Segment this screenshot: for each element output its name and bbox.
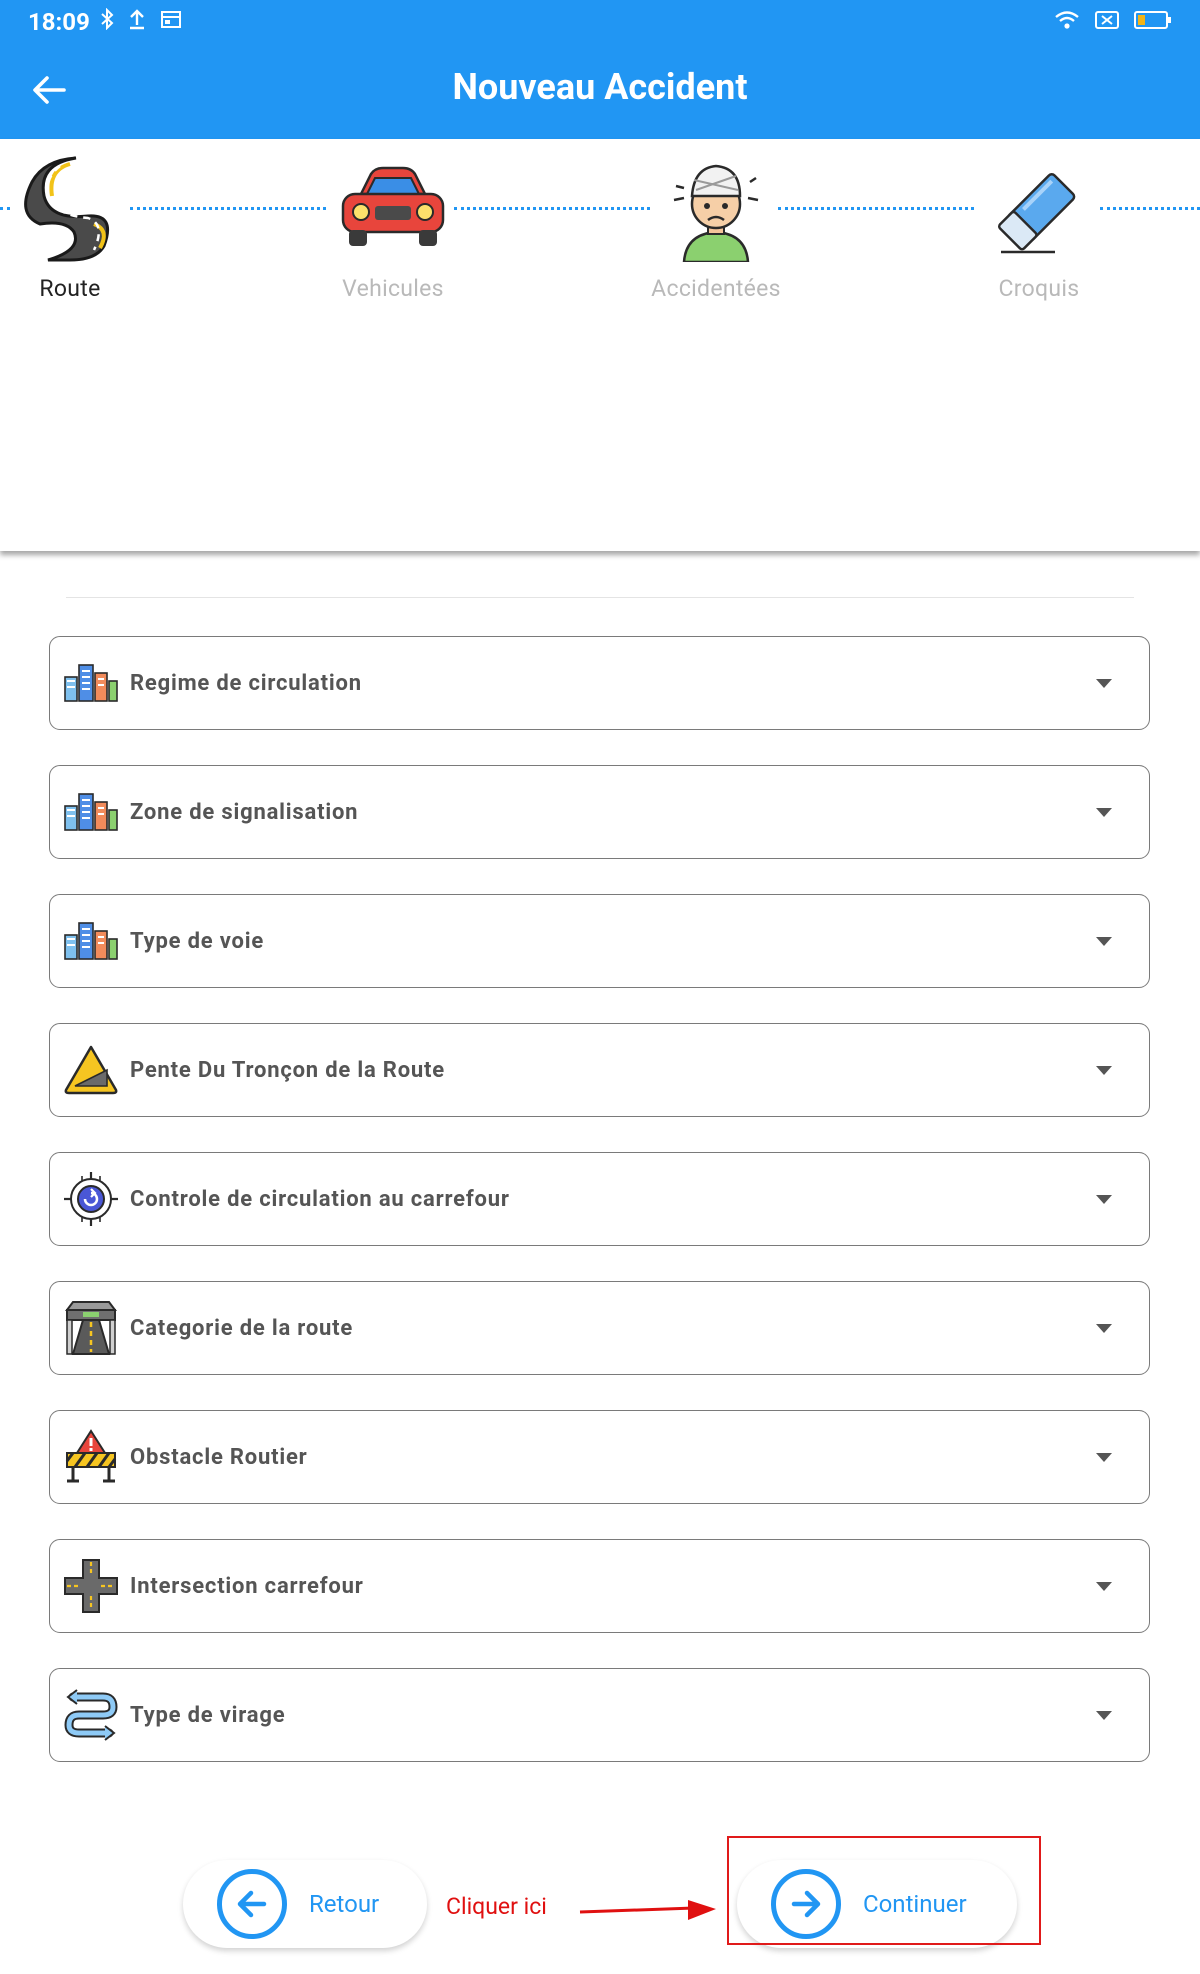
upload-icon [130,9,144,30]
step-accidentees[interactable]: Accidentées [631,153,801,302]
field-label: Regime de circulation [130,670,362,696]
dropdown-caret-icon [1096,1323,1112,1333]
eraser-icon [997,173,1076,254]
dropdown-caret-icon [1096,1194,1112,1204]
dropdown-caret-icon [1096,1581,1112,1591]
city-icon [64,793,118,831]
step-label: Accidentées [651,275,781,302]
intersection-icon [64,1559,118,1613]
intersection-carrefour-dropdown[interactable]: Intersection carrefour [49,1539,1150,1633]
controle-circulation-dropdown[interactable]: Controle de circulation au carrefour [49,1152,1150,1246]
step-label: Vehicules [342,275,444,302]
annotation-arrow-icon [579,1900,716,1920]
sim-blocked-icon [1095,11,1119,29]
curve-arrows-icon [64,1689,118,1741]
section-divider [66,597,1134,598]
dropdown-caret-icon [1096,678,1112,688]
step-vehicules[interactable]: Vehicules [308,153,478,302]
slope-warning-icon [64,1045,118,1095]
step-connector [454,207,650,211]
status-time: 18:09 [28,8,90,36]
type-voie-dropdown[interactable]: Type de voie [49,894,1150,988]
dropdown-caret-icon [1096,807,1112,817]
battery-icon [1134,11,1171,29]
roadblock-icon [65,1429,117,1483]
dropdown-caret-icon [1096,1452,1112,1462]
annotation-hint: Cliquer ici [446,1893,547,1920]
status-bar: 18:09 [0,0,1200,42]
obstacle-routier-dropdown[interactable]: Obstacle Routier [49,1410,1150,1504]
step-route[interactable]: Route [0,153,155,302]
field-label: Categorie de la route [130,1315,354,1341]
dropdown-caret-icon [1096,1710,1112,1720]
app-bar: 18:09 Nouveau Accident [0,0,1200,139]
step-indicator: Route Vehicules Accidentées Croquis [0,139,1200,551]
zone-signalisation-dropdown[interactable]: Zone de signalisation [49,765,1150,859]
step-croquis[interactable]: Croquis [954,153,1124,302]
retour-label: Retour [309,1890,380,1918]
city-icon [64,664,118,702]
city-icon [64,922,118,960]
calendar-icon [161,11,181,28]
annotation-highlight-box [727,1836,1041,1945]
field-label: Pente Du Tronçon de la Route [130,1057,445,1083]
page-title: Nouveau Accident [452,66,748,108]
roundabout-icon [64,1172,118,1226]
retour-button[interactable]: Retour [183,1860,427,1948]
step-label: Croquis [998,275,1080,302]
road-icon [24,156,109,262]
dropdown-caret-icon [1096,936,1112,946]
step-label: Route [39,275,101,302]
regime-circulation-dropdown[interactable]: Regime de circulation [49,636,1150,730]
car-icon [341,166,445,246]
step-connector [778,207,974,211]
bluetooth-icon [101,8,114,30]
field-label: Controle de circulation au carrefour [130,1186,510,1212]
dropdown-caret-icon [1096,1065,1112,1075]
injured-person-icon [673,164,759,262]
field-label: Intersection carrefour [130,1573,364,1599]
field-label: Type de virage [130,1702,286,1728]
field-label: Obstacle Routier [130,1444,308,1470]
step-connector [130,207,326,211]
field-label: Type de voie [130,928,265,954]
type-virage-dropdown[interactable]: Type de virage [49,1668,1150,1762]
highway-icon [65,1301,117,1355]
field-label: Zone de signalisation [130,799,359,825]
wifi-icon [1055,11,1079,29]
pente-troncon-dropdown[interactable]: Pente Du Tronçon de la Route [49,1023,1150,1117]
categorie-route-dropdown[interactable]: Categorie de la route [49,1281,1150,1375]
arrow-left-icon [237,1890,267,1918]
